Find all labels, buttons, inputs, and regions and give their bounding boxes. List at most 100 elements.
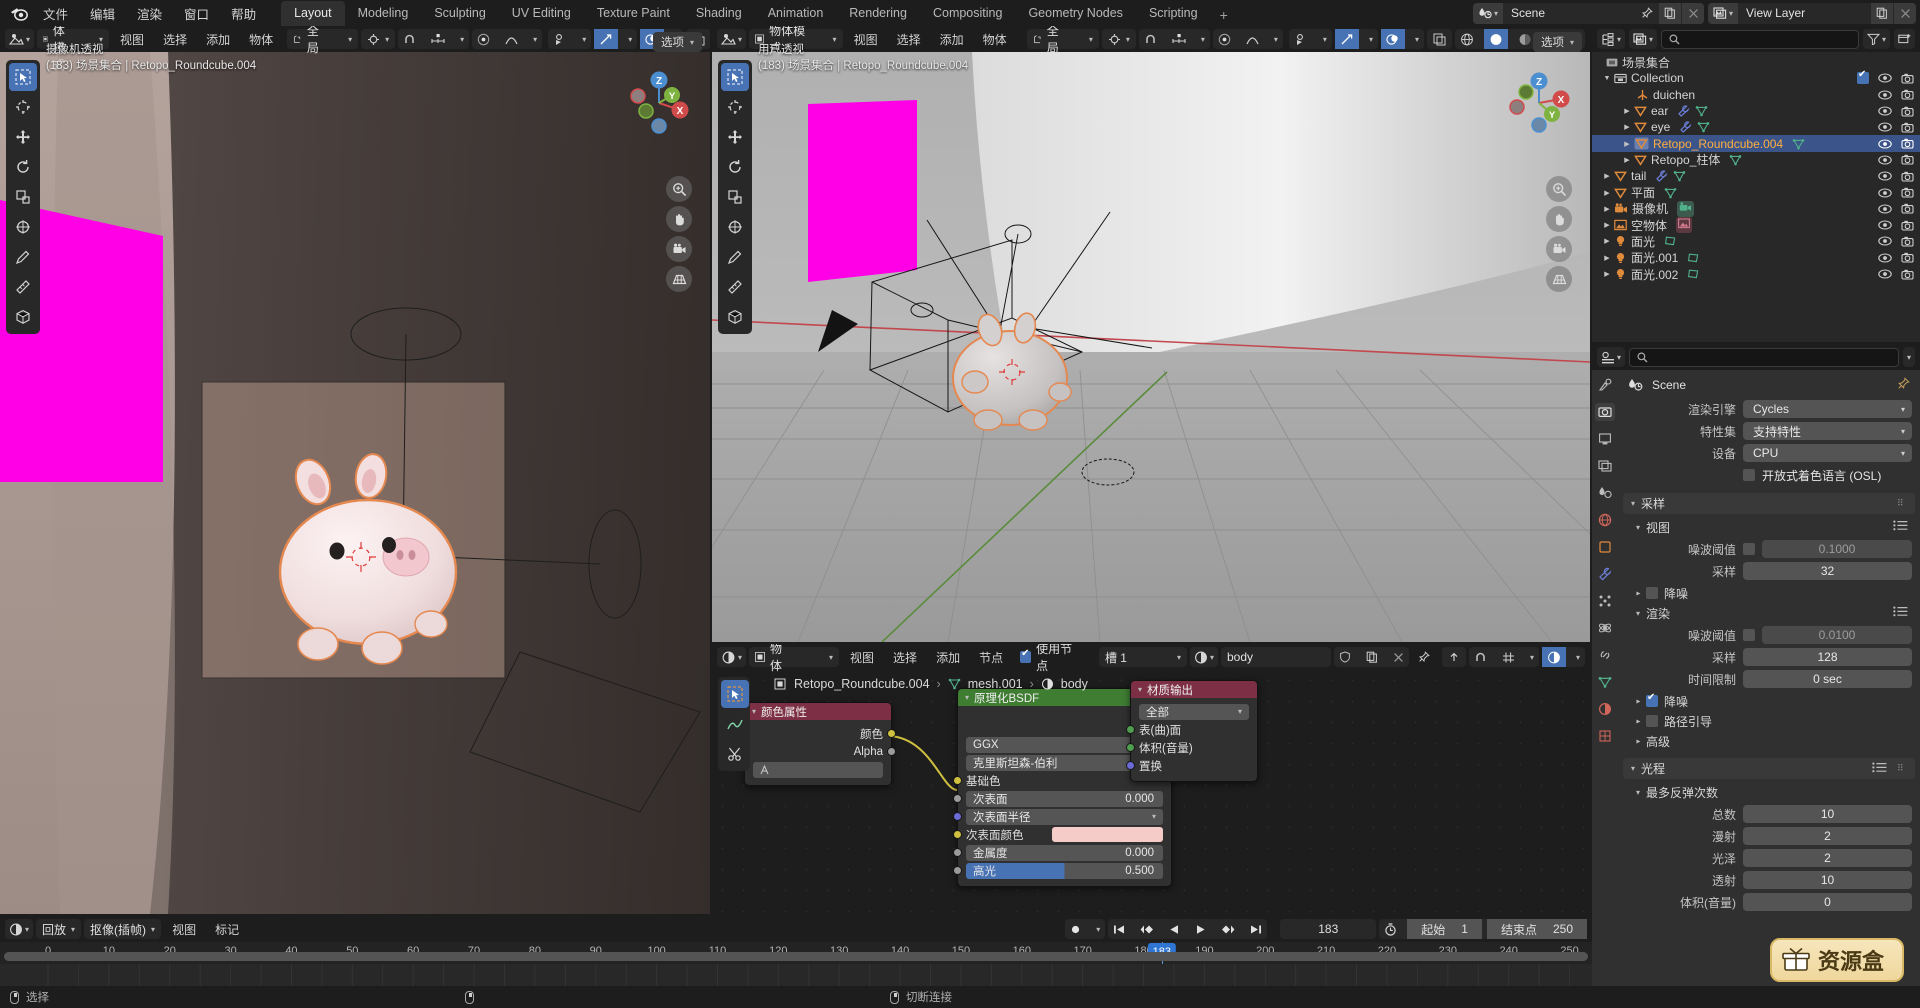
snap-magnet-icon-right[interactable] (1139, 29, 1162, 49)
viewport-denoise-checkbox[interactable] (1646, 587, 1659, 599)
tab-modeling[interactable]: Modeling (345, 1, 422, 26)
render-noise-threshold-checkbox[interactable] (1743, 629, 1755, 641)
snap-dropdown-right[interactable]: ▾ (1196, 29, 1210, 49)
viewport-gizmo-toggles-left[interactable]: ▾ (548, 29, 592, 49)
camera-render-icon-tail[interactable] (1901, 171, 1914, 182)
outliner-row-eye[interactable]: ▶ eye (1592, 119, 1920, 135)
tab-shading[interactable]: Shading (683, 1, 755, 26)
osl-checkbox[interactable] (1743, 469, 1755, 481)
view-layer-name[interactable]: View Layer (1738, 3, 1870, 24)
shader-menu-add[interactable]: 添加 (928, 649, 968, 666)
twisty-area-light-001[interactable]: ▶ (1600, 254, 1614, 262)
twisty-retopo-cylinder[interactable]: ▶ (1620, 156, 1634, 164)
node-input-displacement[interactable]: 置换 (1126, 757, 1249, 774)
eye-icon-collection[interactable] (1878, 73, 1892, 83)
snap-pivot-left[interactable]: ▾ (361, 29, 396, 49)
tool-select-box-left[interactable] (9, 63, 37, 91)
row-render-engine[interactable]: 渲染引擎 Cycles ▾ (1618, 399, 1912, 419)
node-material-preview-icon[interactable] (1541, 647, 1566, 667)
outliner-row-toggles-area-light[interactable] (1878, 233, 1914, 249)
unlink-material-button[interactable] (1388, 647, 1409, 667)
twisty-plane[interactable]: ▶ (1600, 189, 1614, 197)
row-bounces-total[interactable]: 总数 10 (1618, 804, 1912, 824)
timeline-editor[interactable]: ▾ 回放 ▾ 抠像(插帧) ▾ 视图 标记 ▾ 183 起始 1 结束点 250… (0, 916, 1592, 986)
camera-render-icon-camera[interactable] (1901, 203, 1914, 214)
viewport-left-toolbar[interactable] (6, 60, 40, 334)
row-viewport-noise-threshold[interactable]: 噪波阈值 0.1000 (1618, 539, 1912, 559)
shader-menu-view[interactable]: 视图 (842, 649, 882, 666)
add-workspace-button[interactable]: + (1211, 4, 1237, 26)
node-input-subsurface[interactable]: 次表面 0.000 (953, 790, 1163, 807)
twisty-area-light-002[interactable]: ▶ (1600, 270, 1614, 278)
viewport-noise-threshold-field[interactable]: 0.1000 (1762, 540, 1912, 558)
tab-layout[interactable]: Layout (281, 1, 345, 26)
falloff-curve-icon-left[interactable] (500, 29, 523, 49)
mesh-data-icon-tail[interactable] (1673, 170, 1686, 182)
node-input-surface[interactable]: 表(曲)面 (1126, 721, 1249, 738)
properties-editor[interactable]: ▾ ▾ Scene 渲染引擎 Cycles ▾ 特性集 支持特性 ▾ 设备 CP… (1592, 344, 1920, 986)
outliner-row-area-light[interactable]: ▶ 面光 (1592, 233, 1920, 249)
device-dropdown[interactable]: CPU ▾ (1743, 444, 1912, 462)
snap-controls-right[interactable]: ▾ (1138, 29, 1210, 49)
panel-sampling-viewport[interactable]: ▾ 视图 (1618, 517, 1920, 537)
tool-scale-right[interactable] (721, 183, 749, 211)
row-feature-set[interactable]: 特性集 支持特性 ▾ (1618, 421, 1912, 441)
viewport-left[interactable]: ▾ 物体模式 ▾ 视图 选择 添加 物体 全局 ▾ ▾ (0, 26, 710, 914)
viewport-left-nav-gizmo[interactable]: Z X Y (622, 66, 696, 140)
editor-type-selector-shader[interactable]: ▾ (717, 647, 747, 667)
outliner-row-toggles-retopo-roundcube-004[interactable] (1878, 135, 1914, 151)
gizmo-dropdown-right[interactable]: ▾ (1318, 29, 1332, 49)
eye-icon-area-light-001[interactable] (1878, 253, 1892, 263)
preset-menu-icon-viewport[interactable] (1893, 520, 1908, 534)
outliner-row-toggles-tail[interactable] (1878, 168, 1914, 184)
socket-subsurface-radius-in[interactable] (953, 812, 962, 821)
transform-orientation-left[interactable]: 全局 ▾ (287, 26, 359, 55)
zoom-icon-left[interactable] (666, 176, 692, 202)
tool-add-cube-left[interactable] (9, 303, 37, 331)
render-engine-dropdown[interactable]: Cycles ▾ (1743, 400, 1912, 418)
tool-move-left[interactable] (9, 123, 37, 151)
twisty-collection[interactable]: ▼ (1600, 75, 1614, 82)
node-color-attribute-header[interactable]: ▾ 颜色属性 (745, 703, 891, 720)
viewport-right-canvas[interactable] (712, 52, 1590, 642)
row-bounces-glossy[interactable]: 光泽 2 (1618, 848, 1912, 868)
tab-output[interactable] (1595, 430, 1615, 448)
tool-move-right[interactable] (721, 123, 749, 151)
snap-target-icon-right[interactable] (1167, 29, 1191, 49)
new-scene-button[interactable] (1659, 2, 1681, 24)
proportional-edit-left[interactable]: ▾ (472, 29, 543, 49)
outliner-row-toggles-ear[interactable] (1878, 103, 1914, 119)
eye-icon-ear[interactable] (1878, 106, 1892, 116)
timeline-menu-marker[interactable]: 标记 (207, 921, 247, 938)
viewport-right-menu-add[interactable]: 添加 (932, 31, 972, 48)
editor-type-selector-outliner[interactable]: ▾ (1597, 29, 1626, 49)
socket-base-color-in[interactable] (953, 776, 962, 785)
frame-end-field[interactable]: 结束点 250 (1486, 919, 1587, 939)
node-snap-target-icon[interactable] (1497, 647, 1520, 667)
camera-render-icon-duichen[interactable] (1901, 89, 1914, 100)
snap-controls-left[interactable]: ▾ (398, 29, 470, 49)
auto-keying-toggle[interactable]: ▾ (1065, 919, 1106, 939)
tab-object[interactable] (1595, 538, 1615, 556)
current-frame-field[interactable]: 183 (1280, 919, 1377, 939)
camera-view-icon-left[interactable] (666, 236, 692, 262)
menu-render[interactable]: 渲染 (126, 1, 173, 26)
viewport-left-canvas[interactable] (0, 52, 710, 914)
viewport-right-toolbar[interactable] (718, 60, 752, 334)
node-shading-preview-toggle[interactable]: ▾ (1541, 647, 1585, 667)
falloff-curve-icon-right[interactable] (1241, 29, 1264, 49)
camera-render-icon-plane[interactable] (1901, 187, 1914, 198)
camera-render-icon-empty[interactable] (1901, 220, 1914, 231)
node-color-attribute[interactable]: ▾ 颜色属性 颜色 Alpha (744, 702, 896, 786)
node-output-color[interactable]: 颜色 (753, 725, 896, 742)
camera-render-icon-retopo-roundcube-004[interactable] (1901, 138, 1914, 149)
tool-rotate-right[interactable] (721, 153, 749, 181)
node-material-output-header[interactable]: ▾ 材质输出 (1131, 681, 1257, 698)
twisty-eye[interactable]: ▶ (1620, 123, 1634, 131)
panel-sampling-render[interactable]: ▾ 渲染 (1618, 603, 1920, 623)
tab-render[interactable] (1595, 403, 1615, 421)
shader-editor[interactable]: ▾ 颜色属性 颜色 Alpha ▾ 原理化BSDF GGX 克里斯坦森-伯利 基… (712, 644, 1590, 914)
timeline-menu-view[interactable]: 视图 (164, 921, 204, 938)
go-to-parent-node-tree[interactable] (1441, 647, 1466, 667)
outliner-row-toggles-empty[interactable] (1878, 217, 1914, 233)
